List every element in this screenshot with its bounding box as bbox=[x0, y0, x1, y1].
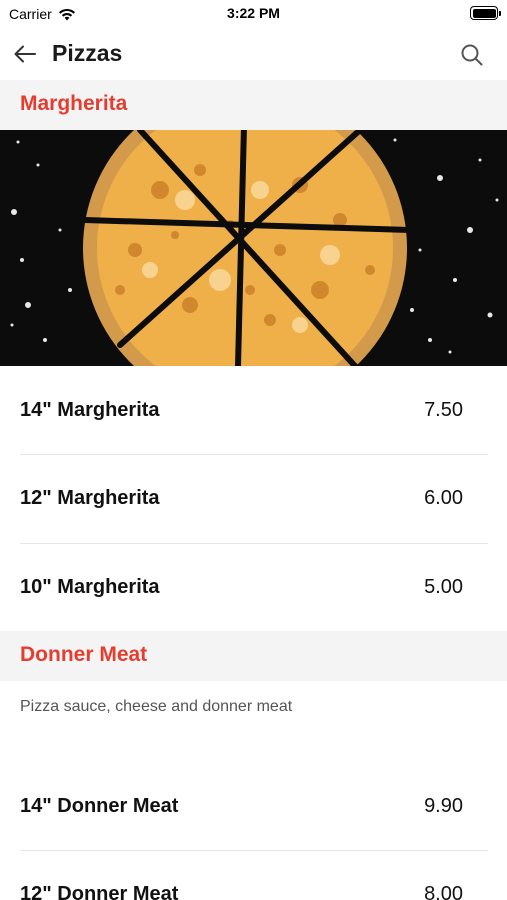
item-price: 9.90 bbox=[424, 795, 463, 817]
margherita-pizza-image bbox=[0, 130, 507, 366]
page-title: Pizzas bbox=[52, 40, 123, 66]
nav-bar: Pizzas bbox=[0, 30, 507, 80]
item-name: 12" Donner Meat bbox=[20, 883, 179, 900]
item-price: 7.50 bbox=[424, 399, 463, 421]
status-bar: Carrier 3:22 PM bbox=[0, 0, 507, 30]
item-name: 14" Margherita bbox=[20, 399, 160, 421]
status-time: 3:22 PM bbox=[227, 5, 280, 21]
item-name: 12" Margherita bbox=[20, 487, 160, 509]
menu-item-row[interactable]: 12" Donner Meat 8.00 bbox=[0, 851, 507, 900]
menu-item-row[interactable]: 14" Margherita 7.50 bbox=[0, 366, 507, 454]
item-price: 6.00 bbox=[424, 487, 463, 509]
item-price: 8.00 bbox=[424, 883, 463, 900]
section-description: Pizza sauce, cheese and donner meat bbox=[20, 698, 293, 715]
item-name: 14" Donner Meat bbox=[20, 795, 179, 817]
section-title: Margherita bbox=[20, 92, 128, 115]
search-icon[interactable] bbox=[459, 42, 485, 68]
section-header-margherita: Margherita bbox=[0, 80, 507, 130]
section-title: Donner Meat bbox=[20, 643, 148, 666]
arrow-left-icon[interactable] bbox=[11, 40, 39, 68]
item-name: 10" Margherita bbox=[20, 576, 160, 598]
item-price: 5.00 bbox=[424, 576, 463, 598]
section-header-donner-meat: Donner Meat bbox=[0, 631, 507, 681]
battery-icon bbox=[470, 6, 501, 20]
menu-item-row[interactable]: 10" Margherita 5.00 bbox=[0, 544, 507, 632]
menu-item-row[interactable]: 14" Donner Meat 9.90 bbox=[0, 762, 507, 850]
menu-item-row[interactable]: 12" Margherita 6.00 bbox=[0, 455, 507, 543]
